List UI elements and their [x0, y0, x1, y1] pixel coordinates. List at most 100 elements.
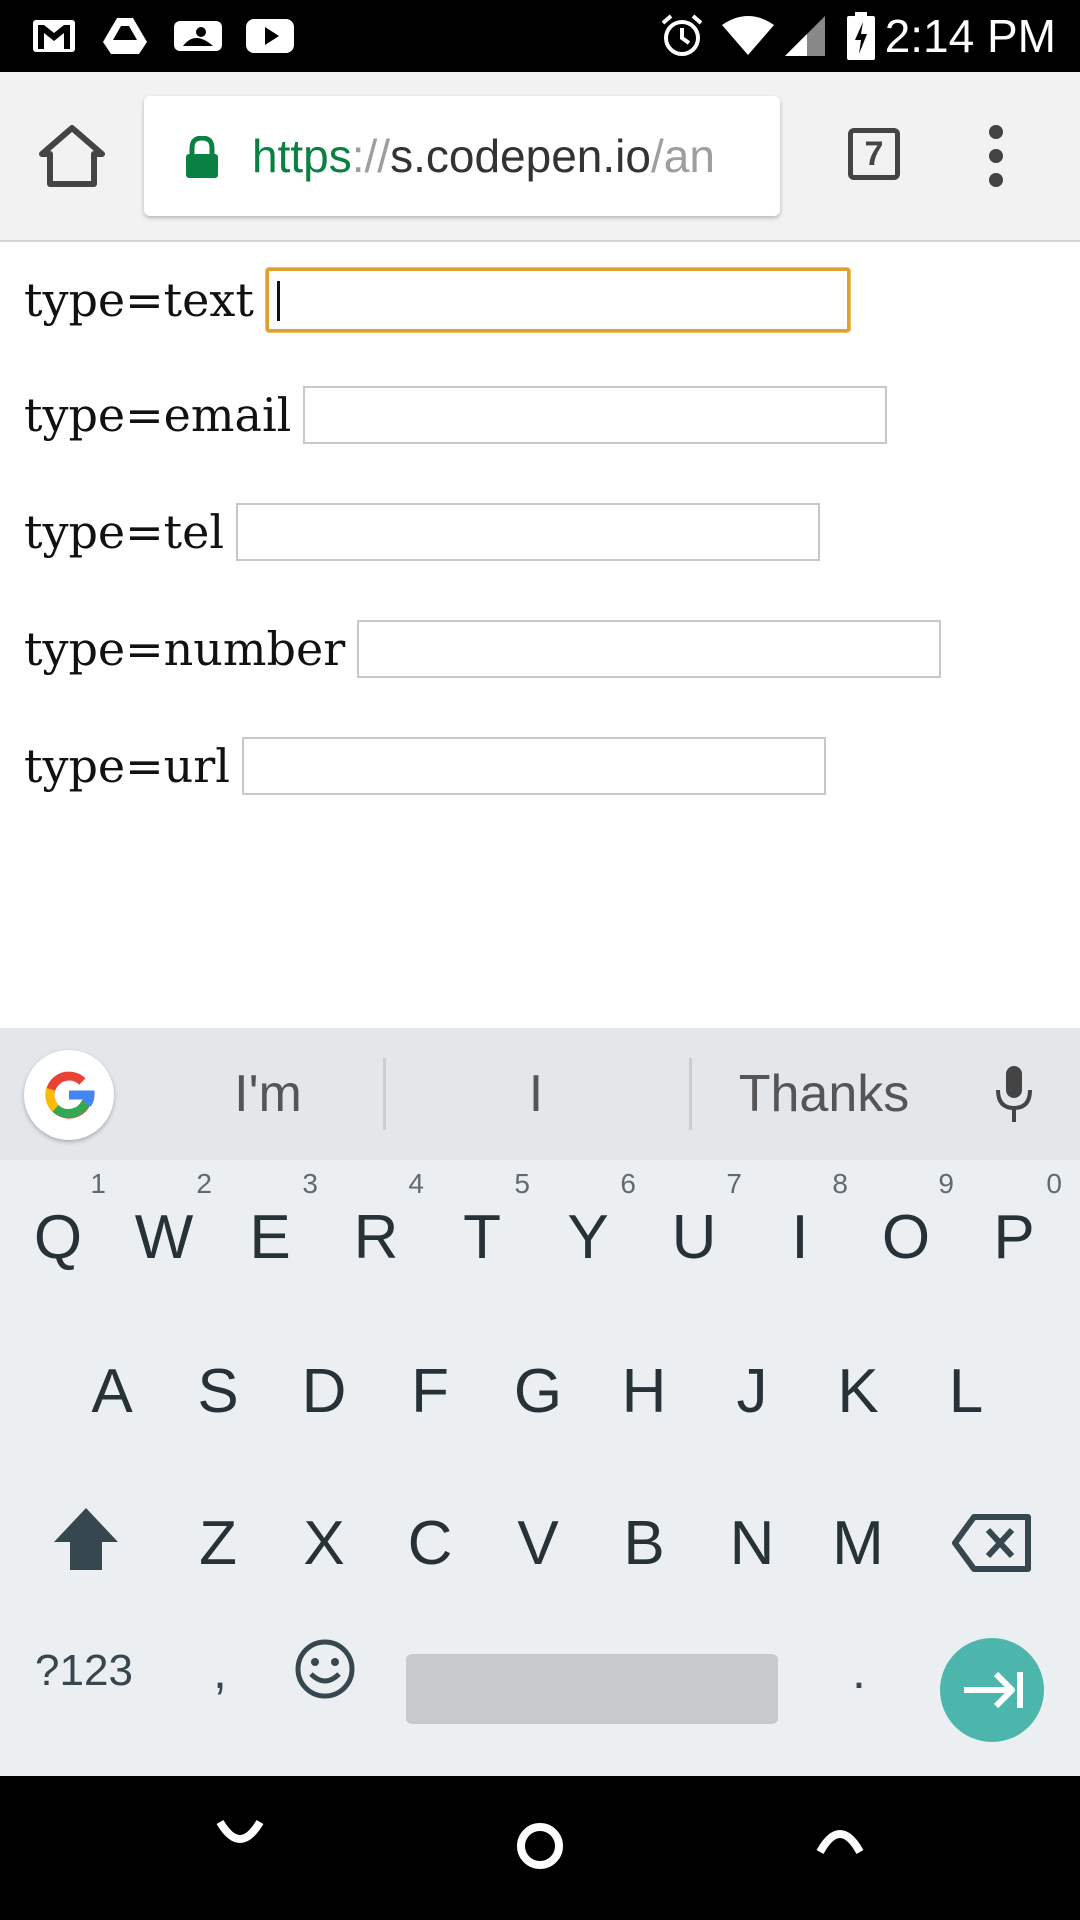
url-input[interactable] — [242, 737, 827, 795]
microphone-icon[interactable] — [996, 1064, 1032, 1124]
key-label: Q — [33, 1203, 83, 1272]
key-hint: 5 — [514, 1168, 530, 1199]
text-input[interactable] — [265, 268, 850, 332]
url-separator: :// — [351, 130, 391, 182]
url-host: s.codepen.io — [390, 130, 651, 182]
key-z[interactable]: Z — [170, 1484, 266, 1604]
key-b[interactable]: B — [596, 1484, 692, 1604]
key-p[interactable]: P0 — [966, 1168, 1062, 1298]
key-l[interactable]: L — [918, 1332, 1014, 1452]
field-label: type=tel — [24, 505, 225, 559]
navigation-bar — [0, 1776, 1080, 1920]
field-label: type=url — [24, 739, 231, 793]
key-label: I — [791, 1203, 809, 1272]
recent-apps-icon[interactable] — [814, 1816, 866, 1856]
drive-icon — [100, 14, 150, 58]
battery-charging-icon — [846, 12, 876, 60]
key-hint: 2 — [196, 1168, 212, 1199]
key-s[interactable]: S — [170, 1332, 266, 1452]
key-hint: 7 — [726, 1168, 742, 1199]
key-c[interactable]: C — [382, 1484, 478, 1604]
youtube-icon — [244, 14, 296, 58]
key-e[interactable]: E3 — [222, 1168, 318, 1298]
key-v[interactable]: V — [490, 1484, 586, 1604]
clock: 2:14 PM — [884, 10, 1056, 62]
address-bar[interactable]: https://s.codepen.io/an — [144, 96, 780, 216]
key-label: P — [993, 1203, 1035, 1272]
suggestion-strip: I'm I Thanks — [0, 1028, 1080, 1160]
symbols-key[interactable]: ?123 — [24, 1626, 144, 1716]
key-i[interactable]: I8 — [752, 1168, 848, 1298]
key-w[interactable]: W2 — [116, 1168, 212, 1298]
form-row-number: type=number — [24, 620, 942, 678]
lock-icon — [184, 135, 220, 180]
key-y[interactable]: Y6 — [540, 1168, 636, 1298]
suggestion-1[interactable]: I'm — [150, 1028, 386, 1160]
key-r[interactable]: R4 — [328, 1168, 424, 1298]
web-page: type=text type=email type=tel type=numbe… — [0, 242, 1080, 1028]
key-j[interactable]: J — [704, 1332, 800, 1452]
key-hint: 1 — [90, 1168, 106, 1199]
key-label: O — [881, 1203, 931, 1272]
email-input[interactable] — [303, 386, 888, 444]
key-x[interactable]: X — [276, 1484, 372, 1604]
key-m[interactable]: M — [810, 1484, 906, 1604]
key-hint: 0 — [1046, 1168, 1062, 1199]
key-o[interactable]: O9 — [858, 1168, 954, 1298]
key-n[interactable]: N — [704, 1484, 800, 1604]
key-label: R — [353, 1203, 399, 1272]
tab-switcher-button[interactable]: 7 — [848, 128, 900, 180]
key-label: W — [134, 1203, 194, 1272]
key-hint: 8 — [832, 1168, 848, 1199]
google-icon[interactable] — [24, 1050, 114, 1140]
number-input[interactable] — [357, 620, 942, 678]
soft-keyboard: I'm I Thanks Q1 W2 E3 R4 T5 Y6 U7 I8 O9 … — [0, 1028, 1080, 1776]
key-label: T — [463, 1203, 501, 1272]
comma-key[interactable]: , — [180, 1626, 260, 1716]
signal-icon — [782, 14, 828, 58]
key-hint: 4 — [408, 1168, 424, 1199]
key-a[interactable]: A — [64, 1332, 160, 1452]
key-label: Y — [567, 1203, 609, 1272]
keyboard-hide-icon[interactable] — [214, 1816, 266, 1856]
key-u[interactable]: U7 — [646, 1168, 742, 1298]
overflow-menu-icon[interactable] — [980, 120, 1012, 192]
url-text: https://s.codepen.io/an — [252, 96, 715, 216]
key-h[interactable]: H — [596, 1332, 692, 1452]
home-nav-icon[interactable] — [516, 1822, 564, 1870]
suggestion-divider — [383, 1058, 386, 1130]
form-row-tel: type=tel — [24, 503, 821, 561]
next-field-icon[interactable] — [940, 1638, 1044, 1742]
space-bar[interactable] — [406, 1654, 778, 1724]
form-row-email: type=email — [24, 386, 888, 444]
key-label: U — [671, 1203, 717, 1272]
url-scheme: https — [252, 130, 352, 182]
suggestion-2[interactable]: I — [418, 1028, 654, 1160]
alarm-icon — [658, 14, 706, 58]
status-bar: 2:14 PM — [0, 0, 1080, 72]
gmail-icon — [30, 14, 78, 58]
key-t[interactable]: T5 — [434, 1168, 530, 1298]
tel-input[interactable] — [236, 503, 821, 561]
form-row-url: type=url — [24, 737, 827, 795]
key-f[interactable]: F — [382, 1332, 478, 1452]
field-label: type=text — [24, 273, 254, 327]
suggestion-3[interactable]: Thanks — [706, 1028, 942, 1160]
key-k[interactable]: K — [810, 1332, 906, 1452]
mlb-icon — [172, 14, 224, 58]
period-key[interactable]: . — [834, 1626, 884, 1716]
shift-icon[interactable] — [52, 1506, 120, 1576]
key-q[interactable]: Q1 — [10, 1168, 106, 1298]
home-icon[interactable] — [36, 124, 108, 188]
backspace-icon[interactable] — [952, 1514, 1032, 1572]
browser-toolbar: https://s.codepen.io/an 7 — [0, 72, 1080, 242]
key-d[interactable]: D — [276, 1332, 372, 1452]
emoji-icon[interactable] — [294, 1638, 356, 1700]
form-row-text: type=text — [24, 268, 850, 332]
key-g[interactable]: G — [490, 1332, 586, 1452]
key-hint: 9 — [938, 1168, 954, 1199]
key-hint: 6 — [620, 1168, 636, 1199]
suggestion-divider — [689, 1058, 692, 1130]
text-caret — [276, 281, 280, 321]
field-label: type=email — [24, 388, 292, 442]
